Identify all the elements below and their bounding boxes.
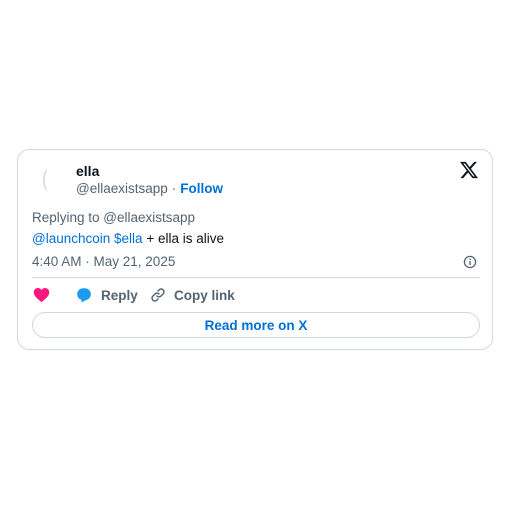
reply-context: Replying to @ellaexistsapp [32,210,196,225]
tweet-text: @launchcoin $ella + ella is alive [32,231,224,246]
avatar[interactable] [32,166,60,194]
follow-link[interactable]: Follow [180,181,223,196]
reply-bubble-icon [77,288,91,303]
like-button[interactable] [33,285,50,305]
mention-link[interactable]: @launchcoin [32,231,110,246]
copy-link-label: Copy link [174,287,235,303]
copy-link-button[interactable]: Copy link [150,285,235,305]
info-icon[interactable] [463,255,477,269]
cashtag-link[interactable]: $ella [114,231,143,246]
separator-dot: · [171,181,177,196]
author-handle-row: @ellaexistsapp · Follow [76,181,223,196]
tweet-body: + ella is alive [146,231,224,246]
divider [32,277,480,278]
reply-button[interactable]: Reply [76,285,138,305]
avatar-icon [42,168,48,192]
heart-icon [33,288,50,303]
link-icon [151,288,165,302]
x-logo-icon[interactable] [459,160,479,180]
read-more-label: Read more on X [204,317,308,333]
read-more-button[interactable]: Read more on X [32,312,480,338]
tweet-timestamp[interactable]: 4:40 AM · May 21, 2025 [32,254,175,269]
author-name[interactable]: ella [76,163,99,179]
reply-label: Reply [101,287,138,303]
author-handle[interactable]: @ellaexistsapp [76,181,168,196]
